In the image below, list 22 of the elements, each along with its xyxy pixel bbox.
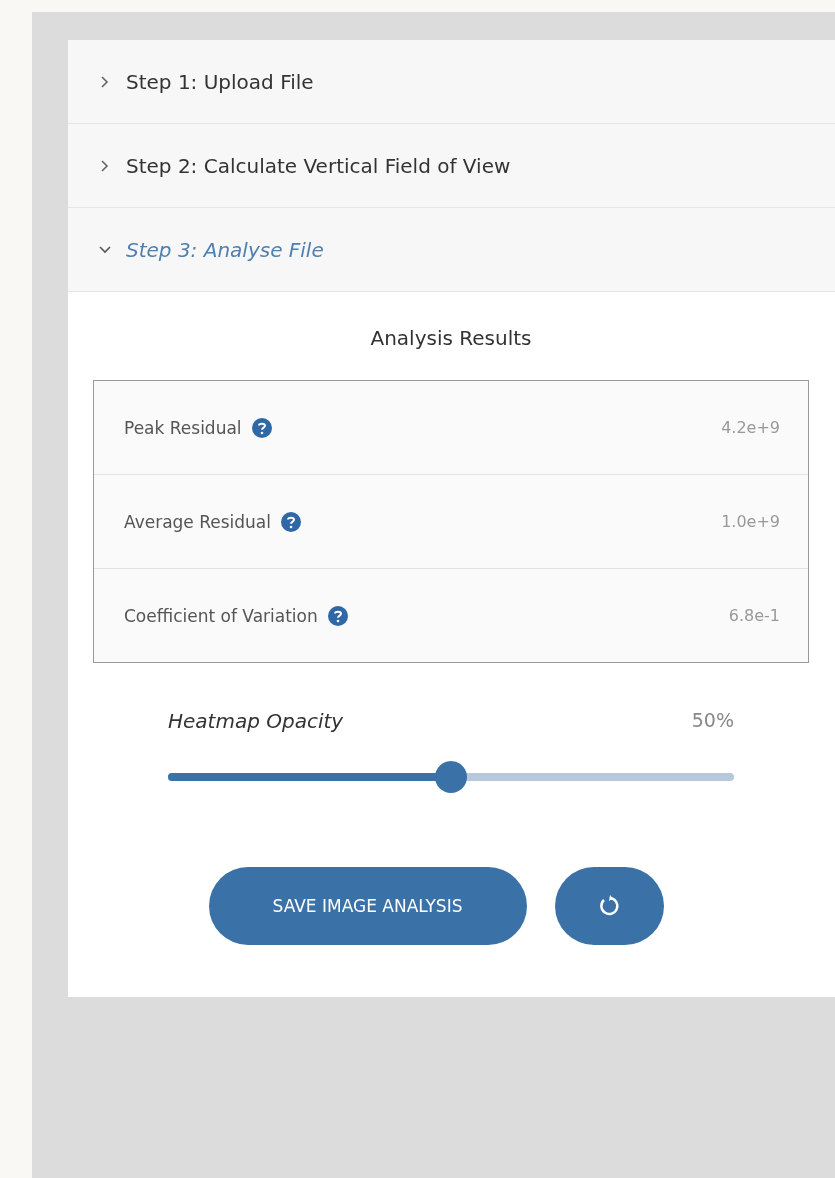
step-header[interactable]: Step 3: Analyse File (68, 208, 835, 292)
step-header[interactable]: Step 1: Upload File (68, 40, 835, 124)
result-value: 1.0e+9 (721, 512, 780, 531)
step-title: Step 1: Upload File (126, 69, 314, 94)
results-title: Analysis Results (370, 326, 532, 350)
step-header[interactable]: Step 2: Calculate Vertical Field of View (68, 124, 835, 208)
help-icon[interactable] (251, 417, 272, 438)
result-label: Average Residual (124, 511, 271, 532)
slider-value: 50% (691, 709, 734, 733)
step-title: Step 2: Calculate Vertical Field of View (126, 153, 511, 178)
help-icon[interactable] (281, 511, 301, 532)
reset-icon (598, 895, 620, 917)
slider-thumb[interactable] (435, 761, 467, 793)
result-value: 6.8e-1 (728, 606, 780, 625)
help-icon[interactable] (327, 605, 348, 626)
step-title: Step 3: Analyse File (126, 237, 324, 262)
save-button[interactable]: SAVE IMAGE ANALYSIS (208, 867, 527, 945)
result-value: 4.2e+9 (721, 418, 780, 437)
result-label: Coefficient of Variation (124, 605, 318, 626)
result-label: Peak Residual (124, 417, 242, 438)
slider-label: Heatmap Opacity (168, 709, 344, 733)
slider-track[interactable] (168, 773, 734, 781)
